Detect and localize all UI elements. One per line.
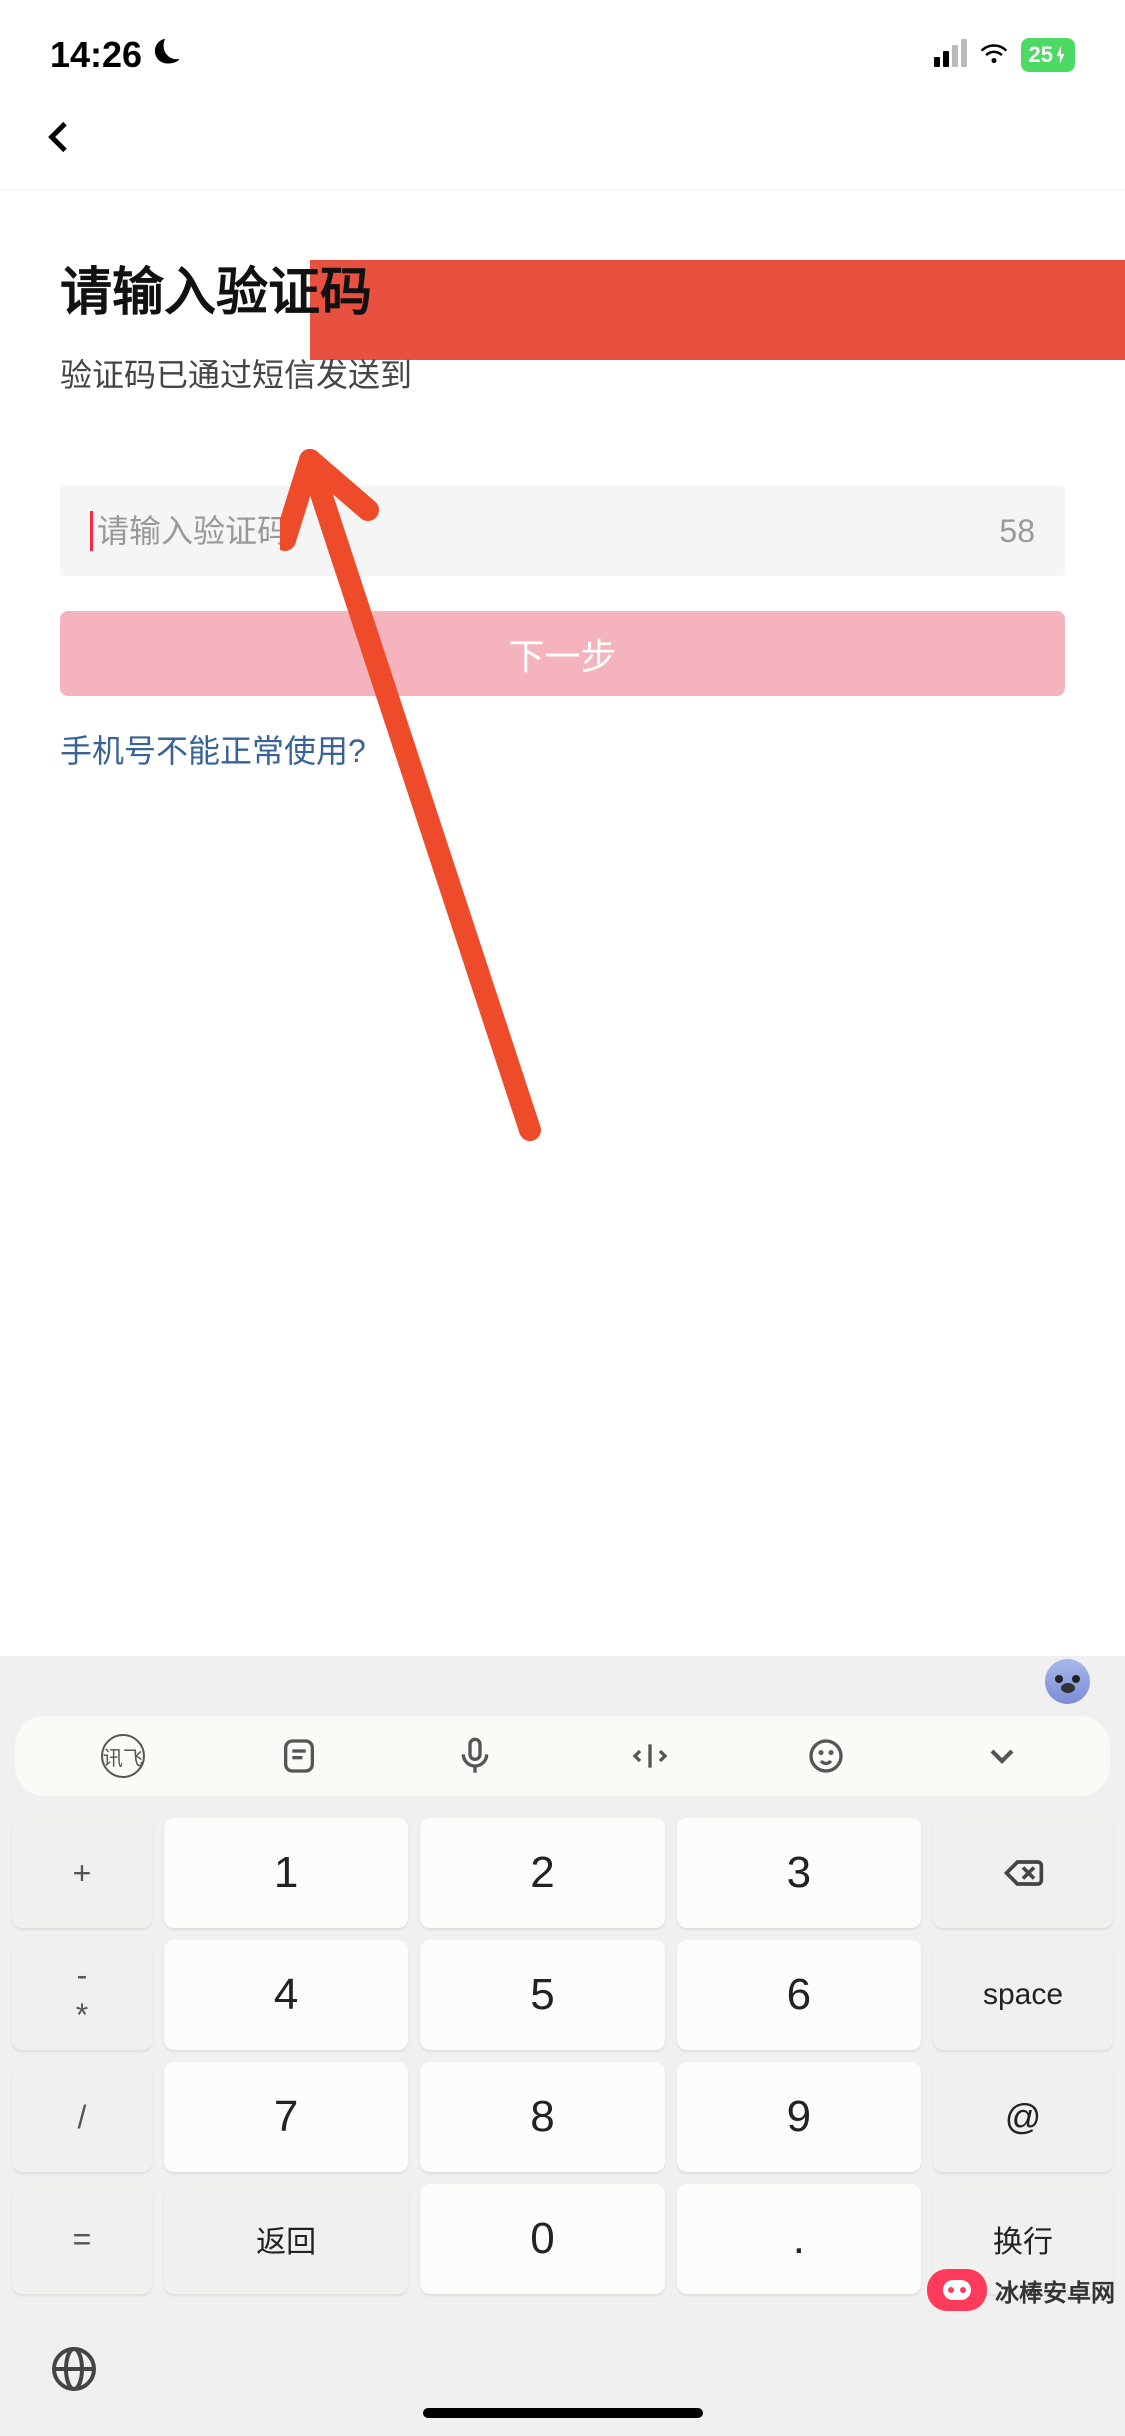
keyboard-header — [0, 1656, 1125, 1706]
wifi-icon — [979, 38, 1009, 73]
key-8[interactable]: 8 — [420, 2062, 664, 2172]
ime-label: 讯飞 — [101, 1734, 145, 1778]
key-9[interactable]: 9 — [677, 2062, 921, 2172]
page-title: 请输入验证码 — [60, 250, 1065, 325]
status-left: 14:26 — [50, 34, 182, 76]
key-dot[interactable]: . — [677, 2184, 921, 2294]
globe-icon[interactable] — [50, 2345, 98, 2398]
key-1[interactable]: 1 — [164, 1818, 408, 1928]
status-bar: 14:26 25 — [0, 0, 1125, 90]
home-indicator[interactable] — [423, 2408, 703, 2418]
keyboard-mascot-icon[interactable] — [1045, 1659, 1090, 1704]
key-6[interactable]: 6 — [677, 1940, 921, 2050]
watermark: 冰棒安卓网 — [927, 2269, 1115, 2311]
cellular-signal-icon — [934, 43, 967, 67]
sym: - — [77, 1957, 88, 1994]
watermark-text: 冰棒安卓网 — [995, 2273, 1115, 2308]
verification-code-input-box[interactable]: 58 — [60, 486, 1065, 576]
battery-indicator: 25 — [1021, 38, 1075, 72]
keyboard-toolbar: 讯飞 — [15, 1716, 1110, 1796]
collapse-keyboard-icon[interactable] — [978, 1732, 1026, 1780]
content: 请输入验证码 验证码已通过短信发送到 58 下一步 手机号不能正常使用? — [0, 190, 1125, 772]
key-symbol-plus[interactable]: + — [12, 1818, 152, 1928]
resend-countdown: 58 — [999, 513, 1035, 550]
key-symbol-slash[interactable]: / — [12, 2062, 152, 2172]
sym: = — [73, 2221, 92, 2258]
status-right: 25 — [934, 38, 1075, 73]
page-subtitle: 验证码已通过短信发送到 — [60, 350, 1065, 396]
key-4[interactable]: 4 — [164, 1940, 408, 2050]
key-7[interactable]: 7 — [164, 2062, 408, 2172]
verification-code-input[interactable] — [97, 513, 999, 550]
key-return[interactable]: 返回 — [164, 2184, 408, 2294]
watermark-badge-icon — [927, 2269, 987, 2311]
ime-switcher[interactable]: 讯飞 — [99, 1732, 147, 1780]
phone-help-link[interactable]: 手机号不能正常使用? — [60, 726, 366, 772]
do-not-disturb-icon — [152, 36, 182, 74]
key-symbol-equals[interactable]: = — [12, 2184, 152, 2294]
key-0[interactable]: 0 — [420, 2184, 664, 2294]
keypad: + 1 2 3 - * 4 5 6 space / 7 8 9 @ = 返回 0… — [0, 1806, 1125, 2306]
key-5[interactable]: 5 — [420, 1940, 664, 2050]
sym: + — [73, 1855, 92, 1892]
back-button[interactable] — [40, 112, 80, 167]
battery-percent: 25 — [1029, 42, 1053, 68]
next-button[interactable]: 下一步 — [60, 611, 1065, 696]
emoji-icon[interactable] — [802, 1732, 850, 1780]
clipboard-icon[interactable] — [275, 1732, 323, 1780]
cursor-move-icon[interactable] — [626, 1732, 674, 1780]
key-2[interactable]: 2 — [420, 1818, 664, 1928]
key-backspace[interactable] — [933, 1818, 1113, 1928]
sym: / — [78, 2099, 87, 2136]
status-time: 14:26 — [50, 34, 142, 76]
key-space[interactable]: space — [933, 1940, 1113, 2050]
key-3[interactable]: 3 — [677, 1818, 921, 1928]
keyboard: 讯飞 + 1 2 3 - * 4 5 — [0, 1656, 1125, 2436]
nav-bar — [0, 90, 1125, 190]
key-at[interactable]: @ — [933, 2062, 1113, 2172]
input-cursor — [90, 511, 93, 551]
key-symbol-minus-star[interactable]: - * — [12, 1940, 152, 2050]
sym: * — [76, 1997, 88, 2034]
microphone-icon[interactable] — [451, 1732, 499, 1780]
